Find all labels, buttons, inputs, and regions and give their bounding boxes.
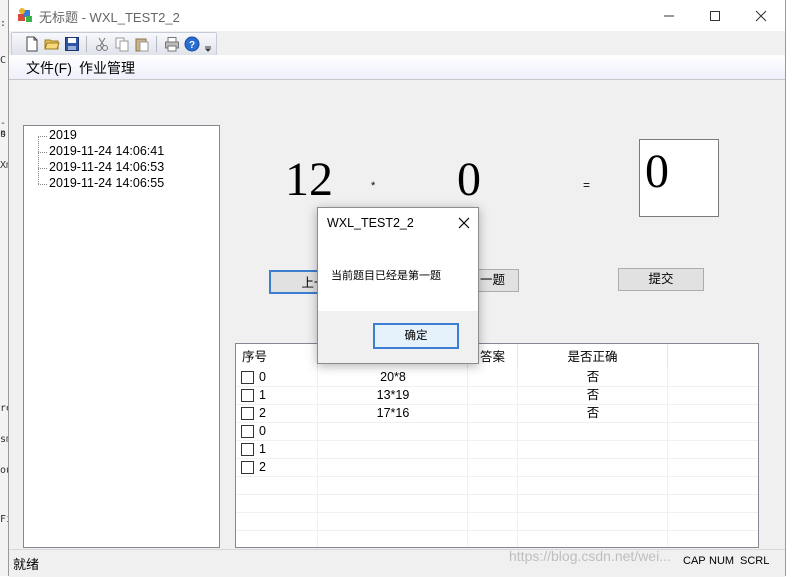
copy-icon[interactable] (114, 36, 130, 52)
tree-connector (38, 168, 47, 169)
operand-1: 12 (285, 153, 333, 206)
row-expression: 20*8 (380, 370, 406, 384)
svg-text:?: ? (189, 40, 195, 51)
results-table[interactable]: 序号 答案 是否正确 0 20*8 否 1 13*19 否 2 17*16 否 (235, 343, 759, 548)
open-folder-icon[interactable] (44, 36, 60, 52)
row-answer (468, 405, 518, 422)
row-correct (518, 459, 668, 476)
row-index: 1 (259, 442, 266, 456)
tree-connector (38, 136, 39, 184)
submit-button[interactable]: 提交 (618, 268, 704, 291)
scrl-indicator: SCRL (740, 555, 770, 567)
row-checkbox[interactable] (241, 425, 254, 438)
minimize-button[interactable] (646, 0, 692, 31)
table-row[interactable]: 1 (236, 441, 758, 459)
print-icon[interactable] (164, 36, 180, 52)
operator: * (371, 180, 376, 192)
row-index: 2 (259, 460, 266, 474)
row-answer (468, 369, 518, 386)
num-indicator: NUM (709, 555, 735, 567)
save-icon[interactable] (64, 36, 80, 52)
row-expression (318, 423, 468, 440)
operand-2: 0 (457, 153, 481, 206)
watermark: https://blog.csdn.net/wei... (509, 548, 671, 564)
tree-item-session[interactable]: 2019-11-24 14:06:41 (49, 144, 164, 158)
row-correct: 否 (586, 370, 600, 384)
minimize-icon (664, 15, 674, 17)
close-icon (458, 217, 470, 229)
table-row[interactable]: 0 20*8 否 (236, 369, 758, 387)
tree-connector (38, 152, 47, 153)
answer-value: 0 (645, 145, 669, 198)
cap-indicator: CAP (683, 555, 706, 567)
close-icon (755, 10, 767, 22)
menu-bar: 文件(F) 作业管理 (9, 55, 785, 79)
row-checkbox[interactable] (241, 407, 254, 420)
row-checkbox[interactable] (241, 389, 254, 402)
table-row[interactable]: 2 17*16 否 (236, 405, 758, 423)
row-answer (468, 423, 518, 440)
table-row[interactable]: 1 13*19 否 (236, 387, 758, 405)
paste-icon[interactable] (134, 36, 150, 52)
toolbar-separator (86, 36, 87, 52)
menu-file[interactable]: 文件(F) (26, 58, 72, 78)
maximize-icon (710, 11, 720, 22)
table-row-empty (236, 477, 758, 495)
row-index: 1 (259, 388, 266, 402)
toolbar-overflow-icon[interactable] (204, 36, 212, 52)
answer-input[interactable]: 0 (639, 139, 719, 217)
title-bar[interactable]: 无标题 - WXL_TEST2_2 (9, 0, 785, 31)
row-correct: 否 (586, 406, 600, 420)
tree-item-session[interactable]: 2019-11-24 14:06:53 (49, 160, 164, 174)
table-row[interactable]: 0 (236, 423, 758, 441)
next-question-label: 一题 (480, 273, 506, 287)
row-checkbox[interactable] (241, 371, 254, 384)
status-text: 就绪 (13, 557, 40, 572)
dialog-title: WXL_TEST2_2 (327, 216, 414, 230)
menu-homework-management[interactable]: 作业管理 (79, 58, 135, 78)
equals-sign: = (583, 178, 591, 192)
row-answer (468, 459, 518, 476)
row-correct (518, 423, 668, 440)
new-file-icon[interactable] (24, 36, 40, 52)
table-row-empty (236, 495, 758, 513)
toolbar-separator (156, 36, 157, 52)
column-header-correct[interactable]: 是否正确 (518, 344, 668, 368)
toolbar: ? (11, 32, 217, 56)
row-checkbox[interactable] (241, 443, 254, 456)
row-answer (468, 387, 518, 404)
app-window: 无标题 - WXL_TEST2_2 ? 文件(F) 作业管理 2019 2019… (8, 0, 786, 577)
tree-connector (38, 136, 47, 137)
window-title: 无标题 - WXL_TEST2_2 (39, 10, 180, 25)
ok-button[interactable]: 确定 (373, 323, 459, 349)
message-dialog: WXL_TEST2_2 当前题目已经是第一题 确定 (317, 207, 479, 364)
row-expression: 13*19 (376, 388, 410, 402)
row-expression: 17*16 (376, 406, 410, 420)
table-row-empty (236, 513, 758, 531)
row-correct: 否 (586, 388, 600, 402)
dialog-close-button[interactable] (453, 212, 475, 234)
column-header-index[interactable]: 序号 (236, 344, 318, 368)
tree-item-session[interactable]: 2019-11-24 14:06:55 (49, 176, 164, 190)
row-index: 0 (259, 424, 266, 438)
app-icon (18, 8, 32, 22)
table-row[interactable]: 2 (236, 459, 758, 477)
column-header-filler (668, 344, 758, 368)
row-expression (318, 459, 468, 476)
row-expression (318, 441, 468, 458)
row-correct (518, 441, 668, 458)
dialog-message: 当前题目已经是第一题 (331, 270, 441, 282)
help-icon[interactable]: ? (184, 36, 200, 52)
maximize-button[interactable] (692, 0, 738, 31)
tree-item-year[interactable]: 2019 (49, 128, 77, 142)
row-answer (468, 441, 518, 458)
row-index: 0 (259, 370, 266, 384)
history-tree[interactable]: 2019 2019-11-24 14:06:41 2019-11-24 14:0… (23, 125, 220, 548)
tree-connector (38, 184, 47, 185)
row-checkbox[interactable] (241, 461, 254, 474)
menu-divider (9, 79, 785, 80)
row-index: 2 (259, 406, 266, 420)
close-button[interactable] (738, 0, 784, 31)
cut-icon[interactable] (94, 36, 110, 52)
